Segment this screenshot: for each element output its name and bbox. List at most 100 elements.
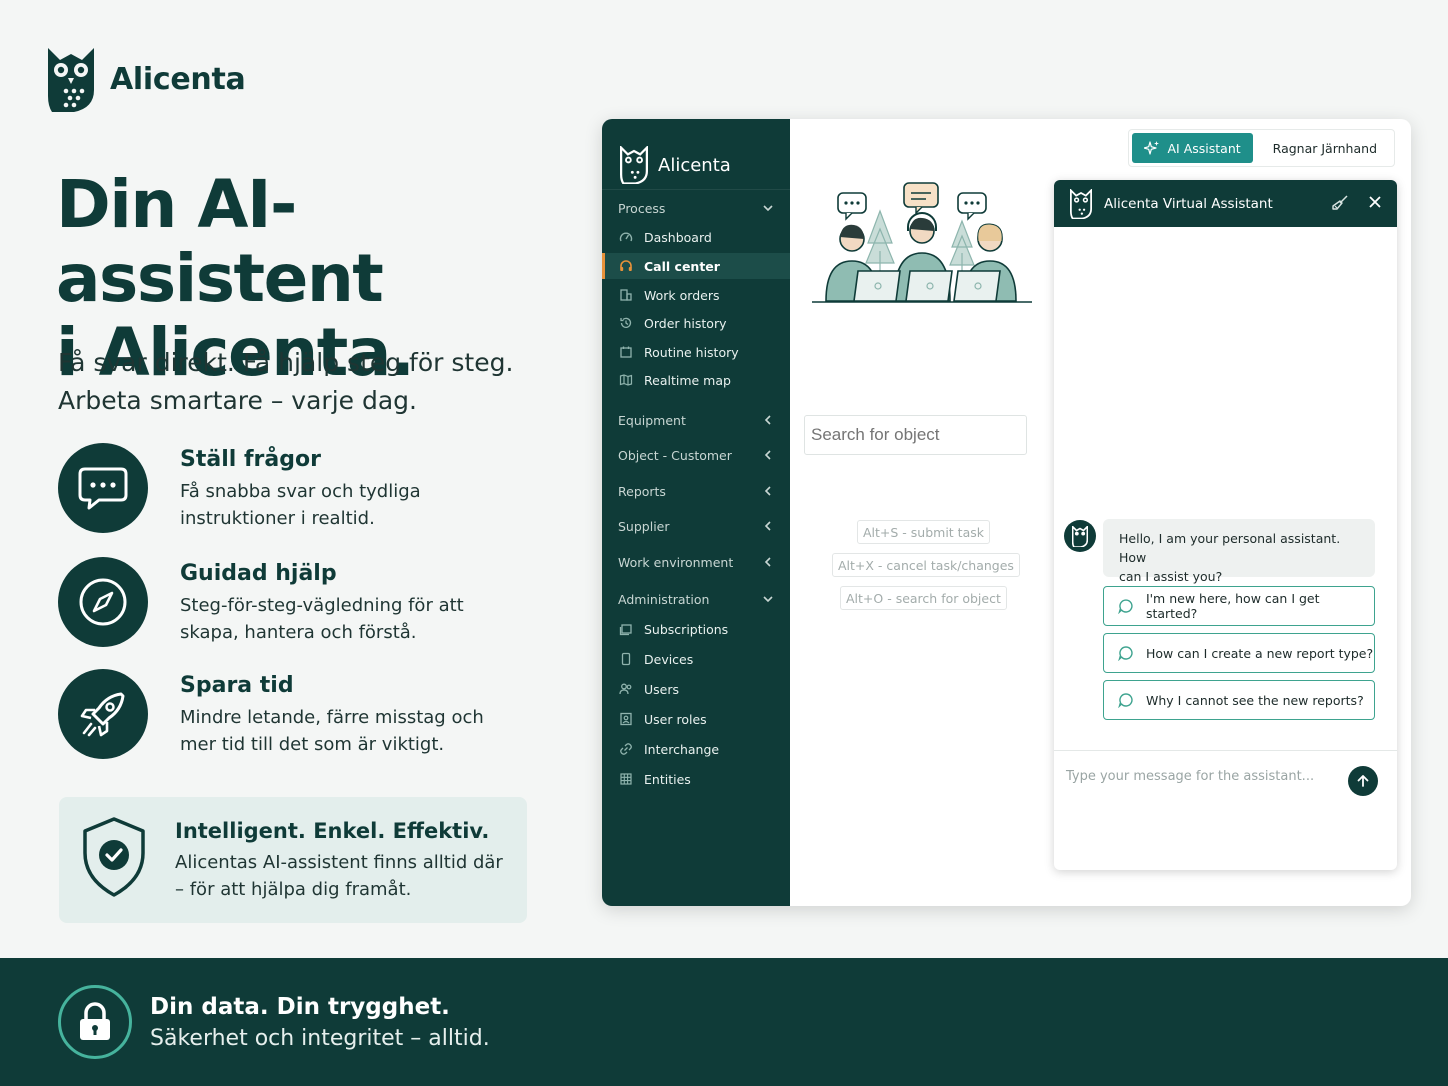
sidebar-group-process[interactable]: Process	[602, 195, 790, 221]
sidebar-item-devices[interactable]: Devices	[602, 646, 790, 672]
sidebar-group-label: Supplier	[618, 518, 670, 534]
sidebar-item-dashboard[interactable]: Dashboard	[602, 224, 790, 250]
sidebar-group-label: Object - Customer	[618, 447, 732, 463]
chevron-down-icon	[763, 205, 773, 212]
feature-desc: Få snabba svar och tydliga instruktioner…	[180, 478, 421, 532]
sidebar-item-order-history[interactable]: Order history	[602, 310, 790, 336]
feature-desc-line: Få snabba svar och tydliga	[180, 481, 421, 502]
shortcut-search-object: Alt+O - search for object	[840, 586, 1007, 610]
sidebar-item-realtime-map[interactable]: Realtime map	[602, 367, 790, 393]
link-icon	[618, 741, 634, 757]
call-center-illustration	[812, 182, 1032, 303]
sidebar-group-work-environment[interactable]: Work environment	[602, 549, 790, 575]
sidebar-item-user-roles[interactable]: User roles	[602, 706, 790, 732]
feature-title: Guidad hjälp	[180, 561, 337, 586]
brand-logo: Alicenta	[46, 46, 246, 112]
page-subtitle: Få svar direkt. Få hjälp steg för steg. …	[58, 344, 513, 420]
sidebar-item-work-orders[interactable]: Work orders	[602, 282, 790, 308]
feature-title: Ställ frågor	[180, 447, 321, 472]
sidebar-item-label: Devices	[644, 651, 694, 667]
chat-message-input[interactable]: Type your message for the assistant...	[1066, 769, 1314, 784]
suggestion-create-report-type[interactable]: How can I create a new report type?	[1103, 633, 1375, 673]
phone-icon	[618, 651, 634, 667]
search-object-input[interactable]	[804, 415, 1027, 455]
sidebar-item-label: Routine history	[644, 344, 739, 360]
callout-desc-line: Alicentas AI-assistent finns alltid där	[175, 852, 503, 873]
sidebar-group-equipment[interactable]: Equipment	[602, 407, 790, 433]
footer-desc: Säkerhet och integritet – alltid.	[150, 1025, 490, 1051]
sidebar-item-entities[interactable]: Entities	[602, 766, 790, 792]
feature-ask-questions: Ställ frågor Få snabba svar och tydliga …	[58, 443, 421, 533]
callout-desc: Alicentas AI-assistent finns alltid där …	[175, 849, 503, 903]
sidebar-brand-name: Alicenta	[658, 154, 731, 176]
sidebar-item-label: Users	[644, 681, 680, 697]
chevron-down-icon	[763, 596, 773, 603]
chevron-left-icon	[764, 521, 771, 531]
sidebar-brand: Alicenta	[602, 119, 790, 189]
owl-logo-icon	[1072, 525, 1088, 547]
user-menu[interactable]: Ragnar Järnhand	[1253, 141, 1391, 156]
sparkle-icon	[1143, 141, 1159, 155]
compass-icon	[58, 557, 148, 647]
shortcut-cancel-task: Alt+X - cancel task/changes	[832, 553, 1020, 577]
feature-desc-line: Mindre letande, färre misstag och	[180, 707, 484, 728]
history-icon	[618, 315, 634, 331]
footer-title: Din data. Din trygghet.	[150, 993, 450, 1020]
owl-logo-icon	[1070, 188, 1092, 219]
arrow-up-icon	[1357, 775, 1369, 787]
sidebar-item-subscriptions[interactable]: Subscriptions	[602, 616, 790, 642]
speech-bubble-icon	[1118, 693, 1133, 708]
chevron-left-icon	[764, 557, 771, 567]
sidebar-item-label: Call center	[644, 258, 720, 274]
suggestion-cannot-see-reports[interactable]: Why I cannot see the new reports?	[1103, 680, 1375, 720]
sidebar-group-label: Administration	[618, 591, 710, 607]
feature-guided-help: Guidad hjälp Steg-för-steg-vägledning fö…	[58, 557, 464, 647]
chat-title: Alicenta Virtual Assistant	[1104, 195, 1273, 212]
map-icon	[618, 372, 634, 388]
close-icon[interactable]	[1367, 194, 1383, 210]
rocket-icon	[58, 669, 148, 759]
message-line: Hello, I am your personal assistant. How	[1119, 531, 1341, 565]
sidebar-item-interchange[interactable]: Interchange	[602, 736, 790, 762]
headset-icon	[618, 258, 634, 274]
sidebar-group-reports[interactable]: Reports	[602, 478, 790, 504]
chevron-left-icon	[764, 450, 771, 460]
chat-header: Alicenta Virtual Assistant	[1054, 180, 1397, 227]
chat-bubble-icon	[58, 443, 148, 533]
sidebar-group-administration[interactable]: Administration	[602, 586, 790, 612]
clear-chat-icon[interactable]	[1331, 194, 1349, 212]
app-window: Alicenta Process Dashboard Call center W…	[602, 119, 1411, 906]
id-card-icon	[618, 711, 634, 727]
chevron-left-icon	[764, 486, 771, 496]
suggestion-label: Why I cannot see the new reports?	[1146, 692, 1364, 708]
sidebar-group-object-customer[interactable]: Object - Customer	[602, 442, 790, 468]
gauge-icon	[618, 229, 634, 245]
chat-header-actions	[1331, 194, 1383, 212]
sidebar-group-label: Process	[618, 200, 666, 216]
sidebar-item-label: Work orders	[644, 287, 720, 303]
suggestion-label: I'm new here, how can I get started?	[1145, 591, 1320, 621]
info-callout: Intelligent. Enkel. Effektiv. Alicentas …	[59, 797, 527, 923]
feature-desc-line: instruktioner i realtid.	[180, 508, 375, 529]
send-button[interactable]	[1348, 766, 1378, 796]
owl-logo-icon	[620, 146, 648, 184]
message-line: can I assist you?	[1119, 569, 1223, 584]
sidebar-item-users[interactable]: Users	[602, 676, 790, 702]
feature-desc: Mindre letande, färre misstag och mer ti…	[180, 704, 484, 758]
topbar-actions: AI Assistant Ragnar Järnhand	[1127, 129, 1395, 167]
sidebar-item-routine-history[interactable]: Routine history	[602, 339, 790, 365]
owl-logo-icon	[48, 48, 94, 112]
feature-desc-line: skapa, hantera och förstå.	[180, 622, 417, 643]
sidebar-item-call-center[interactable]: Call center	[602, 253, 790, 279]
suggestion-get-started[interactable]: I'm new here, how can I get started?	[1103, 586, 1375, 626]
subtitle-line-2: Arbeta smartare – varje dag.	[58, 386, 417, 415]
sidebar-item-label: Realtime map	[644, 372, 731, 388]
brand-name: Alicenta	[110, 61, 246, 97]
shortcut-submit-task: Alt+S - submit task	[857, 520, 990, 544]
sidebar-group-supplier[interactable]: Supplier	[602, 513, 790, 539]
assistant-message: Hello, I am your personal assistant. How…	[1103, 519, 1375, 584]
sidebar: Alicenta Process Dashboard Call center W…	[602, 119, 790, 906]
ai-assistant-button[interactable]: AI Assistant	[1131, 133, 1253, 163]
calendar-icon	[618, 344, 634, 360]
callout-desc-line: – för att hjälpa dig framåt.	[175, 879, 412, 900]
